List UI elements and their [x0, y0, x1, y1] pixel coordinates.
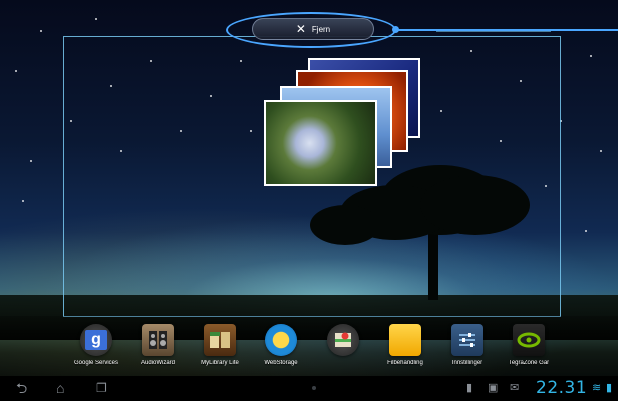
folder-icon [389, 324, 421, 356]
app-maps[interactable] [313, 324, 373, 360]
wifi-icon: ≋ [592, 382, 602, 394]
app-label: TegraZone Gar [508, 360, 550, 366]
audiowizard-icon [142, 324, 174, 356]
app-innstillinger[interactable]: Innstillinger [437, 324, 497, 366]
app-filbehandling[interactable]: Filbehandling [375, 324, 435, 366]
app-label: MyLibrary Lite [201, 360, 239, 366]
close-icon: ✕ [295, 22, 306, 36]
recents-icon[interactable]: ❐ [96, 381, 107, 395]
app-tegrazone[interactable]: TegraZone Gar [499, 324, 559, 366]
remove-button[interactable]: ✕ Fjern [252, 18, 374, 40]
back-icon[interactable]: ⮌ [16, 381, 27, 395]
gallery-icon: ▣ [488, 382, 499, 394]
mylibrary-icon [204, 324, 236, 356]
photo-widget-front[interactable] [264, 100, 377, 186]
remove-label: Fjern [311, 24, 331, 34]
maps-icon [327, 324, 359, 356]
app-google-services[interactable]: g Google Services [66, 324, 126, 366]
app-label: Google Services [73, 360, 119, 366]
page-indicator [312, 386, 316, 390]
webstorage-icon [265, 324, 297, 356]
app-label: AudioWizard [140, 360, 175, 366]
screenshot-icon[interactable]: ▮ [466, 383, 472, 394]
clock[interactable]: 22.31 [536, 378, 587, 398]
pointer-line [396, 29, 618, 31]
home-icon[interactable]: ⌂ [56, 381, 64, 395]
app-mylibrary-lite[interactable]: MyLibrary Lite [190, 324, 250, 366]
frame-divider [436, 31, 551, 32]
settings-icon [451, 324, 483, 356]
tegrazone-icon [513, 324, 545, 356]
mail-icon: ✉ [510, 382, 520, 394]
app-webstorage[interactable]: WebStorage [251, 324, 311, 366]
google-services-icon: g [80, 324, 112, 356]
navigation-bar [0, 376, 618, 401]
app-audiowizard[interactable]: AudioWizard [128, 324, 188, 366]
battery-icon: ▮ [606, 382, 613, 394]
app-label: Filbehandling [387, 360, 423, 366]
app-label: Innstillinger [451, 360, 483, 366]
app-label: WebStorage [264, 360, 298, 366]
